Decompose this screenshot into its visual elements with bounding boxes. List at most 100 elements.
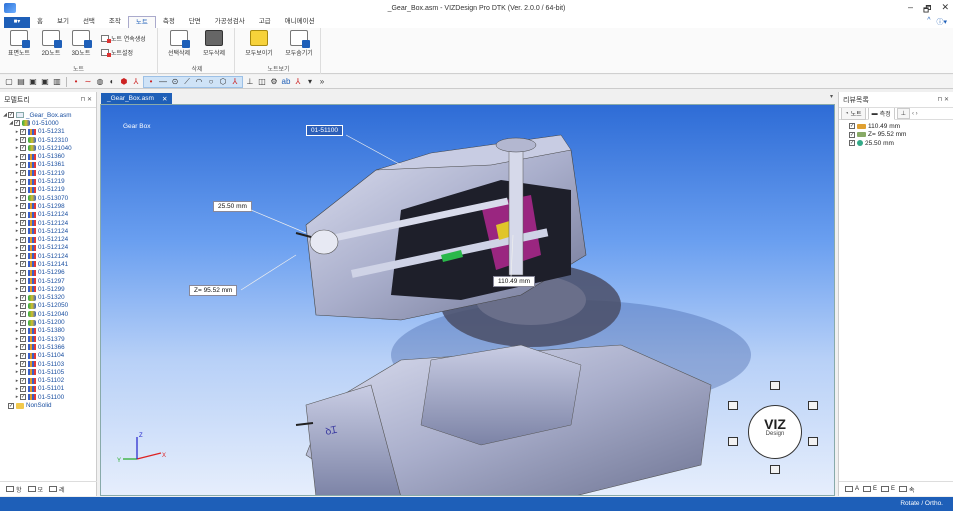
measure-label-part[interactable]: 01-51100 bbox=[306, 125, 343, 136]
tree-item[interactable]: ▸ ✓ 01-512124 bbox=[0, 211, 96, 219]
tree-item[interactable]: ▸ ✓ 01-512050 bbox=[0, 302, 96, 310]
close-icon[interactable]: ✕ bbox=[944, 97, 949, 103]
axis-icon[interactable]: ⅄ bbox=[131, 77, 141, 87]
tab-manipulate[interactable]: 조작 bbox=[102, 16, 128, 28]
tab-select[interactable]: 선택 bbox=[76, 16, 102, 28]
checkbox[interactable]: ✓ bbox=[20, 170, 26, 177]
checkbox[interactable]: ✓ bbox=[20, 344, 26, 351]
footer-tab-attribute[interactable]: A bbox=[845, 486, 859, 492]
tree-item[interactable]: ▸ ✓ 01-51360 bbox=[0, 152, 96, 160]
checkbox[interactable]: ✓ bbox=[20, 336, 26, 343]
tree-item[interactable]: ▸ ✓ 01-512124 bbox=[0, 252, 96, 260]
dimension-icon[interactable]: ⅄ bbox=[293, 77, 303, 87]
checkbox[interactable]: ✓ bbox=[20, 145, 26, 152]
tree-item[interactable]: ▸ ✓ 01-51320 bbox=[0, 294, 96, 302]
close-icon[interactable]: ✕ bbox=[87, 97, 92, 103]
checkbox[interactable]: ✓ bbox=[20, 394, 26, 401]
checkbox[interactable]: ✓ bbox=[20, 195, 26, 202]
review-tab-measure[interactable]: ▬ 측정 bbox=[867, 107, 895, 120]
note-settings-button[interactable]: 노트설정 bbox=[101, 48, 133, 57]
circle-center-icon[interactable]: ⊙ bbox=[170, 77, 180, 87]
diagonal-icon[interactable]: ⟋ bbox=[182, 77, 192, 87]
checkbox[interactable]: ✓ bbox=[14, 120, 20, 127]
view-iso-right-icon[interactable] bbox=[808, 437, 818, 446]
tab-home[interactable]: 홈 bbox=[30, 16, 50, 28]
checkbox[interactable]: ✓ bbox=[20, 377, 26, 384]
tree-item[interactable]: ▸ ✓ 01-51102 bbox=[0, 377, 96, 385]
tree-item[interactable]: ▸ ✓ 01-512040 bbox=[0, 310, 96, 318]
footer-tab-tree[interactable]: 항 bbox=[6, 485, 22, 494]
hex-icon[interactable]: ⬡ bbox=[218, 77, 228, 87]
footer-tab-edit[interactable]: E bbox=[863, 486, 877, 492]
tab-measure[interactable]: 측정 bbox=[156, 16, 182, 28]
checkbox[interactable]: ✓ bbox=[20, 236, 26, 243]
text-icon[interactable]: ab bbox=[281, 77, 291, 87]
document-tab[interactable]: _Gear_Box.asm ✕ bbox=[101, 93, 172, 104]
checkbox[interactable]: ✓ bbox=[20, 220, 26, 226]
sphere-icon[interactable]: ◍ bbox=[95, 77, 105, 87]
checkbox[interactable]: ✓ bbox=[20, 244, 26, 251]
checkbox[interactable]: ✓ bbox=[8, 112, 14, 119]
checkbox[interactable]: ✓ bbox=[849, 140, 855, 147]
tree-item[interactable]: ▸ ✓ 01-51298 bbox=[0, 202, 96, 210]
checkbox[interactable]: ✓ bbox=[20, 352, 26, 359]
more-icon[interactable]: » bbox=[317, 77, 327, 87]
view-bottom-icon[interactable] bbox=[770, 465, 780, 474]
footer-tab-properties[interactable]: 속 bbox=[899, 485, 915, 494]
cube-icon[interactable]: ⬢ bbox=[119, 77, 129, 87]
open-icon[interactable]: ▤ bbox=[16, 77, 26, 87]
tab-close-icon[interactable]: ✕ bbox=[162, 95, 167, 103]
checkbox[interactable]: ✓ bbox=[20, 278, 26, 285]
tree-item[interactable]: ▸ ✓ 01-51366 bbox=[0, 343, 96, 351]
tree-item[interactable]: ▸ ✓ 01-51361 bbox=[0, 161, 96, 169]
checkbox[interactable]: ✓ bbox=[20, 203, 26, 210]
tree-item[interactable]: ▸ ✓ 01-51379 bbox=[0, 335, 96, 343]
tree-item[interactable]: ▸ ✓ 01-51296 bbox=[0, 269, 96, 277]
footer-tab-model[interactable]: 모 bbox=[27, 485, 43, 494]
perpendicular-icon[interactable]: ⊥ bbox=[245, 77, 255, 87]
checkbox[interactable]: ✓ bbox=[20, 261, 26, 268]
footer-tab-layer[interactable]: 레 bbox=[49, 485, 65, 494]
show-all-button[interactable]: 모두보이기 bbox=[240, 30, 278, 57]
info-button[interactable]: ⓘ▾ bbox=[936, 17, 947, 27]
checkbox[interactable]: ✓ bbox=[849, 131, 855, 138]
surface-note-button[interactable]: 표면노트 bbox=[2, 30, 36, 57]
measure-label-distance[interactable]: 110.49 mm bbox=[493, 276, 536, 287]
tab-note[interactable]: 노트 bbox=[127, 15, 156, 29]
checkbox[interactable]: ✓ bbox=[20, 128, 26, 135]
tree-item[interactable]: ▸ ✓ 01-51219 bbox=[0, 186, 96, 194]
note-2d-button[interactable]: 2D노트 bbox=[34, 30, 68, 57]
checkbox[interactable]: ✓ bbox=[849, 123, 855, 130]
tree-item[interactable]: ▸ ✓ 01-51100 bbox=[0, 393, 96, 401]
tree-item[interactable]: ▸ ✓ 01-5121040 bbox=[0, 144, 96, 152]
viz-design-logo[interactable]: VIZ Design bbox=[748, 405, 802, 459]
tool-icon[interactable]: ⚙ bbox=[269, 77, 279, 87]
tab-advanced[interactable]: 고급 bbox=[252, 16, 278, 28]
frame-icon[interactable]: ◫ bbox=[257, 77, 267, 87]
view-iso-left-icon[interactable] bbox=[728, 437, 738, 446]
list-item[interactable]: ✓ 110.49 mm bbox=[849, 122, 953, 131]
curve-icon[interactable]: ∼ bbox=[83, 77, 93, 87]
checkbox[interactable]: ✓ bbox=[20, 178, 26, 185]
footer-tab-export[interactable]: E bbox=[881, 486, 895, 492]
tab-view[interactable]: 보기 bbox=[50, 16, 76, 28]
note-3d-button[interactable]: 3D노트 bbox=[64, 30, 98, 57]
checkbox[interactable]: ✓ bbox=[20, 153, 26, 160]
checkbox[interactable]: ✓ bbox=[20, 286, 26, 293]
tree-item[interactable]: ▸ ✓ 01-512124 bbox=[0, 219, 96, 227]
view-top-icon[interactable] bbox=[770, 381, 780, 390]
continuous-note-button[interactable]: 노트 연속생성 bbox=[101, 34, 146, 43]
measure-label-z[interactable]: Z= 95.52 mm bbox=[189, 285, 238, 296]
tree-root[interactable]: ◢ ✓ _Gear_Box.asm bbox=[0, 111, 96, 119]
view-right-icon[interactable] bbox=[808, 401, 818, 410]
tree-item[interactable]: ▸ ✓ 01-51231 bbox=[0, 128, 96, 136]
checkbox[interactable]: ✓ bbox=[20, 327, 26, 334]
tab-section[interactable]: 단면 bbox=[182, 16, 208, 28]
3d-viewport[interactable]: Gear Box ꝺꞮ 01-51100 25.50 mm Z= 95.52 m… bbox=[100, 104, 835, 496]
dot-icon[interactable]: • bbox=[71, 77, 81, 87]
review-tab-note[interactable]: ◔ 노트 bbox=[841, 107, 866, 120]
tree-item[interactable]: ▸ ✓ 01-512124 bbox=[0, 235, 96, 243]
collapse-ribbon-button[interactable]: ^ bbox=[927, 17, 930, 27]
tab-list-dropdown[interactable]: ▾ bbox=[830, 93, 833, 100]
tree-item[interactable]: ▸ ✓ 01-512124 bbox=[0, 244, 96, 252]
